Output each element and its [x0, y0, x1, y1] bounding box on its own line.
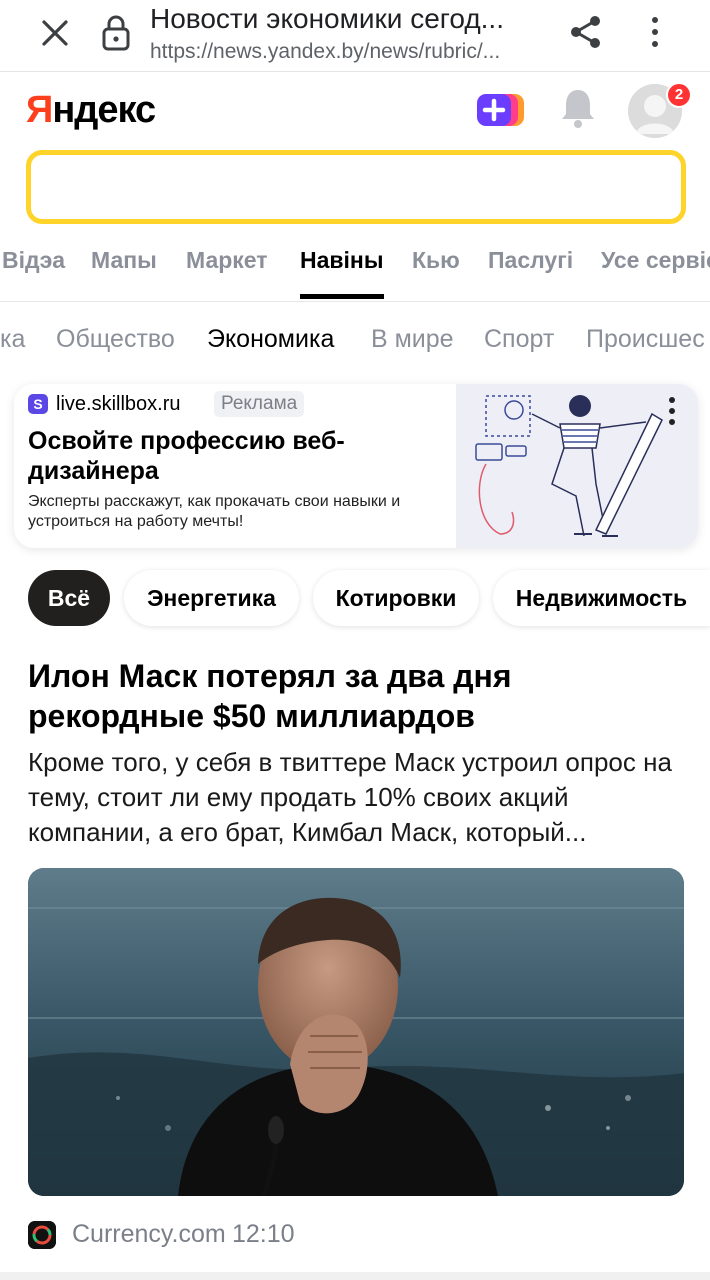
active-tab-underline — [300, 294, 384, 299]
rubric-economy[interactable]: Экономика — [207, 324, 334, 354]
ad-favicon: S — [28, 394, 48, 414]
search-input[interactable] — [31, 155, 681, 219]
ad-domain[interactable]: live.skillbox.ru — [56, 392, 180, 416]
services-tabs: Відэа Мапы Маркет Навіны Кью Паслугі Усе… — [0, 236, 710, 302]
ad-title[interactable]: Освойте профессию веб-дизайнера — [28, 426, 448, 486]
chip-real-estate[interactable]: Недвижимость — [493, 570, 710, 626]
chip-energy[interactable]: Энергетика — [124, 570, 299, 626]
service-tab-q[interactable]: Кью — [412, 246, 460, 274]
service-tab-all[interactable]: Усе сервіс — [601, 246, 710, 274]
search-field[interactable] — [26, 150, 686, 224]
notification-badge: 2 — [666, 82, 692, 108]
story-source[interactable]: Currency.com — [72, 1218, 226, 1250]
yandex-plus-icon[interactable] — [476, 93, 526, 127]
story-snippet[interactable]: Кроме того, у себя в твиттере Маск устро… — [28, 745, 688, 850]
browser-page-title[interactable]: Новости экономики сегод... — [150, 2, 540, 36]
share-icon[interactable] — [566, 12, 606, 52]
close-icon[interactable] — [36, 14, 76, 54]
ad-card[interactable]: S live.skillbox.ru Реклама Освойте профе… — [14, 384, 698, 548]
rubric-sport[interactable]: Спорт — [484, 324, 554, 354]
service-tab-market[interactable]: Маркет — [186, 246, 268, 274]
rubric-partial[interactable]: ка — [0, 324, 25, 354]
story-time: 12:10 — [232, 1220, 295, 1248]
story-title[interactable]: Илон Маск потерял за два дня рекордные $… — [28, 656, 688, 736]
browser-toolbar: Новости экономики сегод... https://news.… — [0, 0, 710, 72]
rubric-society[interactable]: Общество — [56, 324, 175, 354]
chip-quotes[interactable]: Котировки — [313, 570, 479, 626]
browser-url[interactable]: https://news.yandex.by/news/rubric/... — [150, 38, 540, 66]
ad-description: Эксперты расскажут, как прокачать свои н… — [28, 493, 401, 530]
story-image[interactable] — [28, 868, 684, 1196]
divider — [0, 1272, 710, 1280]
rubrics-bar: ка Общество Экономика В мире Спорт Проис… — [0, 318, 710, 362]
ad-text-block: S live.skillbox.ru Реклама Освойте профе… — [14, 384, 456, 548]
rubric-world[interactable]: В мире — [371, 324, 454, 354]
currency-com-icon — [28, 1221, 56, 1249]
service-tab-news[interactable]: Навіны — [300, 246, 383, 274]
bell-icon[interactable] — [558, 86, 598, 130]
yandex-logo[interactable]: Яндекс — [26, 88, 156, 132]
ad-more-icon[interactable] — [662, 394, 682, 428]
ad-label: Реклама — [214, 391, 305, 417]
lock-icon[interactable] — [98, 13, 134, 53]
more-vertical-icon[interactable] — [640, 12, 670, 52]
logo-first-letter: Я — [26, 89, 53, 131]
service-tab-maps[interactable]: Мапы — [91, 246, 157, 274]
logo-rest: ндекс — [52, 89, 156, 131]
service-tab-services[interactable]: Паслугі — [488, 246, 573, 274]
service-tab-video[interactable]: Відэа — [2, 246, 65, 274]
rubric-incidents[interactable]: Происшес — [586, 324, 705, 354]
chip-all[interactable]: Всё — [28, 570, 110, 626]
